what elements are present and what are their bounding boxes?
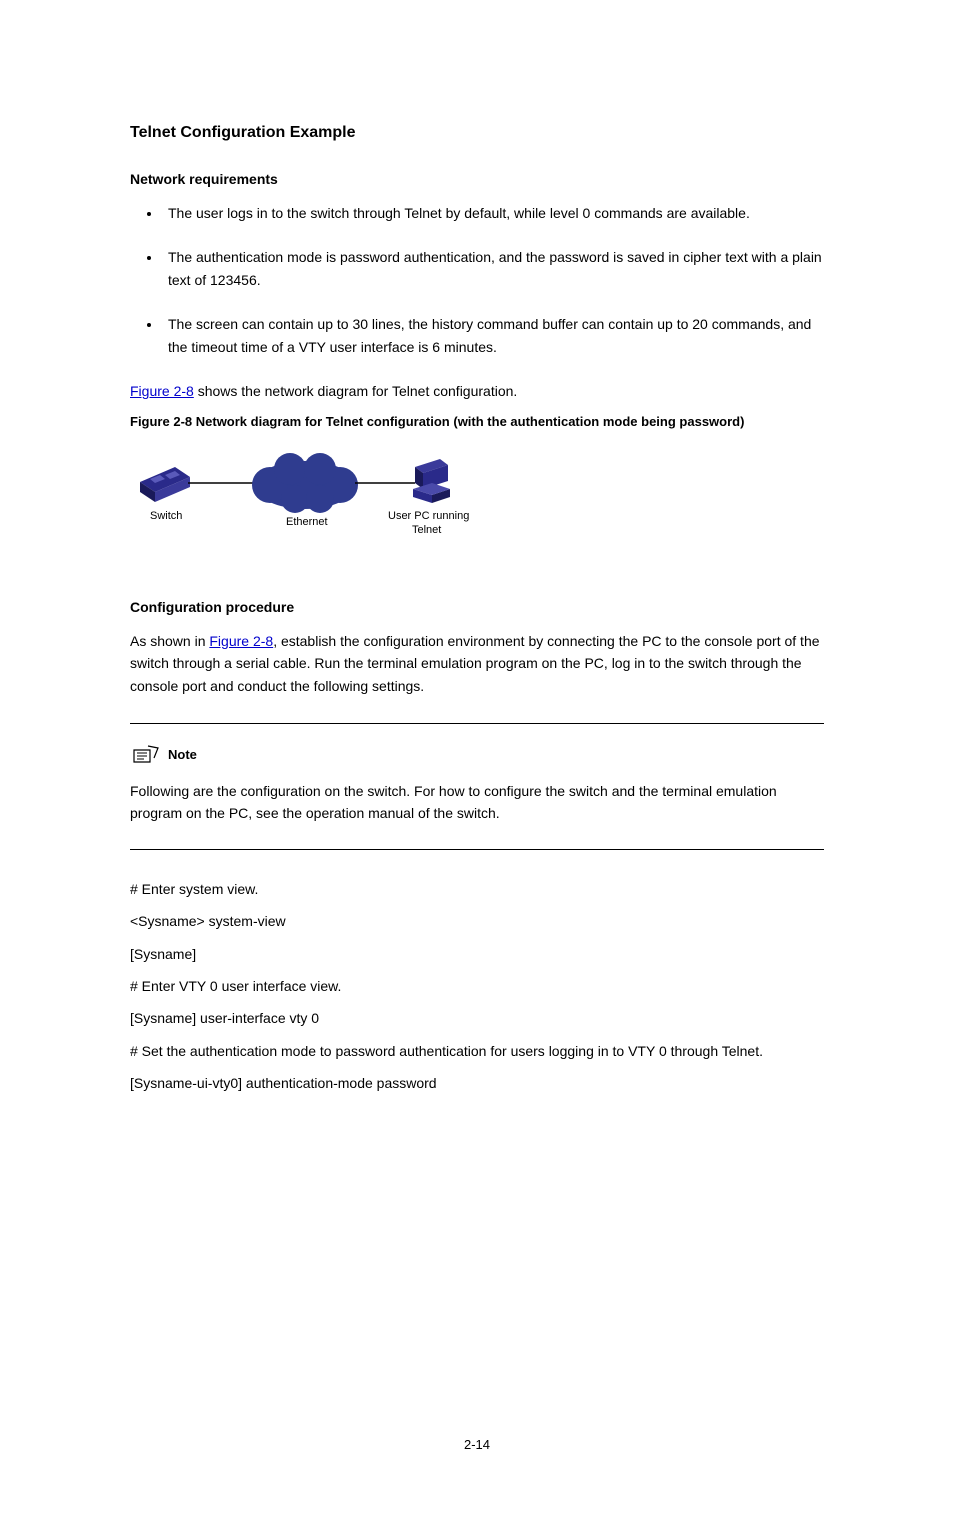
config-figure-link[interactable]: Figure 2-8 [209, 633, 273, 649]
ethernet-label: Ethernet [286, 516, 328, 528]
figure-caption: Figure 2-8 Network diagram for Telnet co… [130, 412, 824, 433]
figure-caption-text: Network diagram for Telnet configuration… [196, 414, 745, 429]
note-block: Note Following are the configuration on … [130, 723, 824, 850]
figure-link[interactable]: Figure 2-8 [130, 383, 194, 399]
cloud-icon [252, 453, 358, 513]
list-item: The authentication mode is password auth… [162, 246, 824, 291]
config-procedure-heading: Configuration procedure [130, 596, 824, 618]
note-body: Following are the configuration on the s… [130, 780, 824, 825]
cmd-2: [Sysname] user-interface vty 0 [130, 1007, 824, 1029]
page-number: 2-14 [130, 1435, 824, 1456]
pc-icon [413, 459, 450, 503]
network-diagram: Switch Ethernet User PC running Telnet [130, 447, 824, 573]
step-1: # Enter system view. [130, 878, 824, 900]
figure-caption-prefix: Figure 2-8 [130, 414, 196, 429]
config-para-pre: As shown in [130, 633, 209, 649]
switch-label: Switch [150, 510, 182, 522]
requirements-list: The user logs in to the switch through T… [162, 202, 824, 358]
figure-link-after: shows the network diagram for Telnet con… [194, 383, 517, 399]
svg-text:User PC running: User PC running [388, 510, 469, 522]
step-2: # Enter VTY 0 user interface view. [130, 975, 824, 997]
figure-reference-line: Figure 2-8 shows the network diagram for… [130, 380, 824, 402]
step-3: # Set the authentication mode to passwor… [130, 1040, 824, 1062]
switch-icon [140, 467, 190, 502]
cmd-1b: [Sysname] [130, 943, 824, 965]
list-item: The screen can contain up to 30 lines, t… [162, 313, 824, 358]
cmd-3: [Sysname-ui-vty0] authentication-mode pa… [130, 1072, 824, 1094]
note-header: Note [130, 744, 824, 766]
note-label: Note [168, 745, 197, 766]
list-item: The user logs in to the switch through T… [162, 202, 824, 224]
network-requirements-heading: Network requirements [130, 168, 824, 190]
cmd-1a: <Sysname> system-view [130, 910, 824, 932]
note-icon [130, 744, 160, 766]
svg-text:Telnet: Telnet [412, 524, 441, 536]
telnet-config-heading: Telnet Configuration Example [130, 120, 824, 146]
config-intro-para: As shown in Figure 2-8, establish the co… [130, 630, 824, 697]
